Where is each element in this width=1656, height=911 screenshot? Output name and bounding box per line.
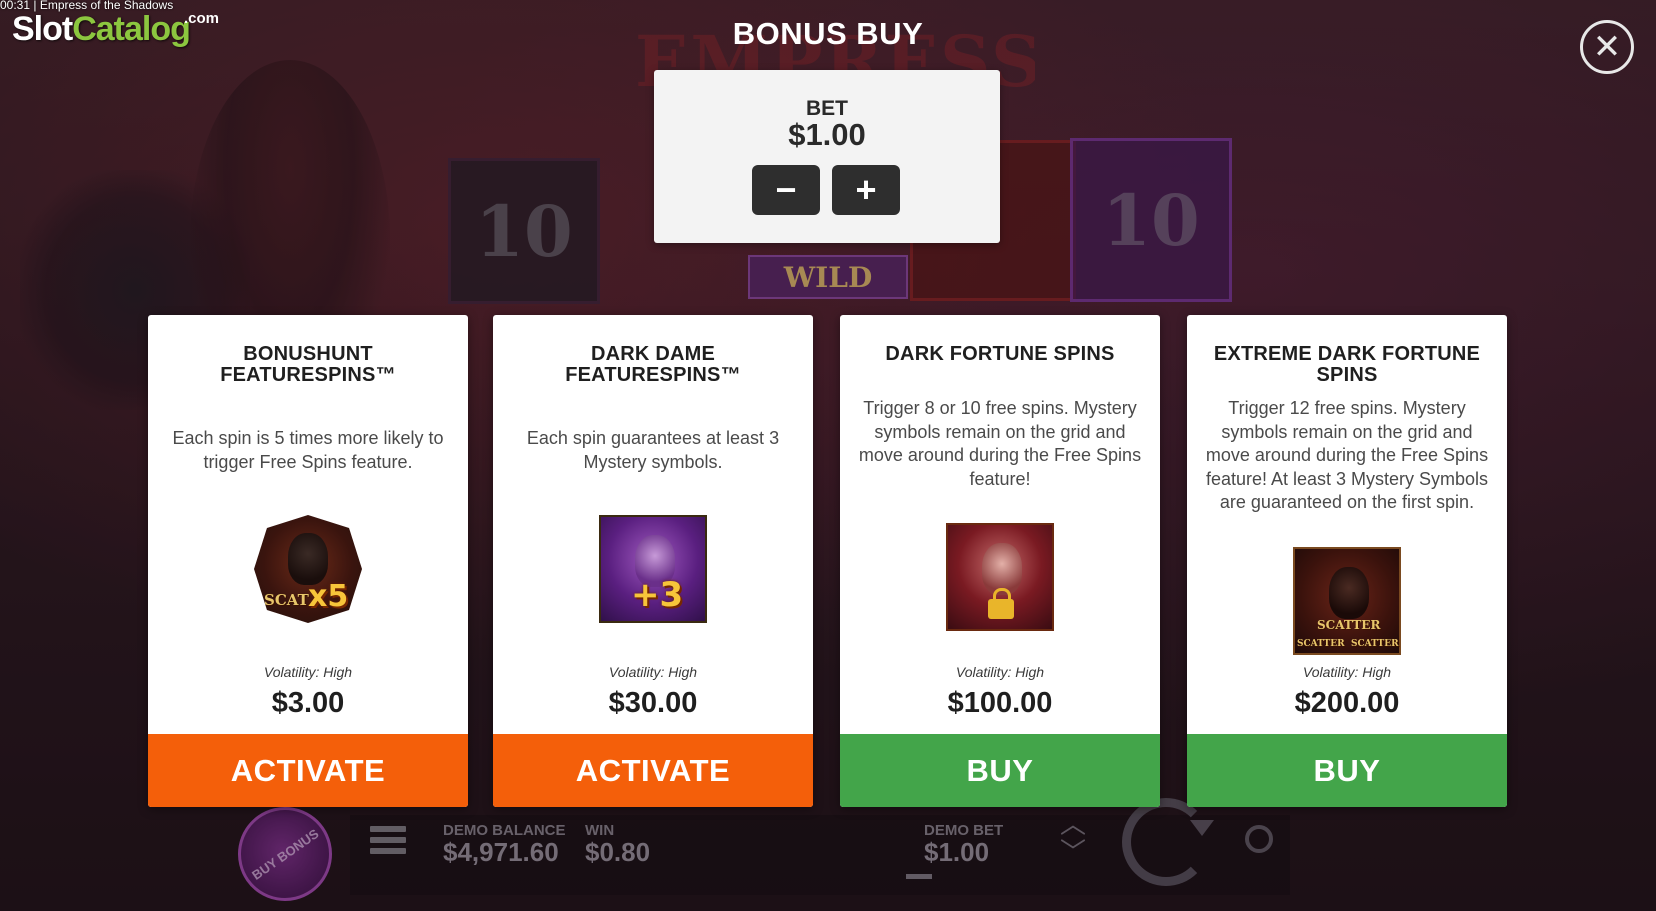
bonus-card-extreme-dark-fortune: EXTREME DARK FORTUNE SPINS Trigger 12 fr… (1187, 315, 1507, 807)
minus-icon: − (775, 169, 797, 210)
triple-scatter-icon: SCATTER SCATTER SCATTER (1293, 547, 1401, 655)
lock-icon (988, 588, 1014, 619)
card-title: BONUSHUNT FEATURESPINS™ (220, 343, 396, 386)
card-price: $3.00 (271, 687, 345, 719)
game-screen: EMPRESS 10 10 WILD BUY BONUS DEMO BALANC… (0, 0, 1656, 911)
card-description: Each spin guarantees at least 3 Mystery … (526, 428, 780, 472)
card-description: Trigger 8 or 10 free spins. Mystery symb… (858, 398, 1142, 489)
buy-button[interactable]: BUY (1187, 734, 1507, 807)
bonus-options: BONUSHUNT FEATURESPINS™ Each spin is 5 t… (148, 315, 1508, 807)
dark-dame-plus3-icon: +3 (599, 515, 707, 623)
card-description: Trigger 12 free spins. Mystery symbols r… (1205, 398, 1489, 512)
slotcatalog-logo: SlotCatalog .com (12, 10, 220, 48)
bonus-card-dark-dame: DARK DAME FEATURESPINS™ Each spin guaran… (493, 315, 813, 807)
volatility-label: Volatility: High (1302, 664, 1392, 680)
volatility-label: Volatility: High (955, 664, 1045, 680)
volatility-label: Volatility: High (263, 664, 353, 680)
close-icon[interactable]: ✕ (1580, 20, 1634, 74)
locked-empress-icon (946, 523, 1054, 631)
card-title: DARK FORTUNE SPINS (885, 343, 1115, 365)
bet-decrease-button[interactable]: − (752, 165, 820, 215)
bet-increase-button[interactable]: + (832, 165, 900, 215)
card-price: $200.00 (1294, 687, 1400, 719)
activate-button[interactable]: ACTIVATE (148, 734, 468, 807)
modal-title: BONUS BUY (732, 16, 924, 51)
card-title: EXTREME DARK FORTUNE SPINS (1213, 343, 1481, 386)
bonus-card-bonushunt: BONUSHUNT FEATURESPINS™ Each spin is 5 t… (148, 315, 468, 807)
bet-value: $1.00 (788, 117, 866, 152)
card-price: $100.00 (947, 687, 1053, 719)
scatter-x5-icon: SCAT x5 (254, 515, 362, 623)
card-price: $30.00 (608, 687, 698, 719)
bet-panel: BET $1.00 − + (654, 70, 1000, 243)
activate-button[interactable]: ACTIVATE (493, 734, 813, 807)
plus-icon: + (855, 169, 877, 210)
volatility-label: Volatility: High (608, 664, 698, 680)
bonus-card-dark-fortune: DARK FORTUNE SPINS Trigger 8 or 10 free … (840, 315, 1160, 807)
buy-button[interactable]: BUY (840, 734, 1160, 807)
card-title: DARK DAME FEATURESPINS™ (565, 343, 741, 386)
card-description: Each spin is 5 times more likely to trig… (172, 428, 444, 472)
